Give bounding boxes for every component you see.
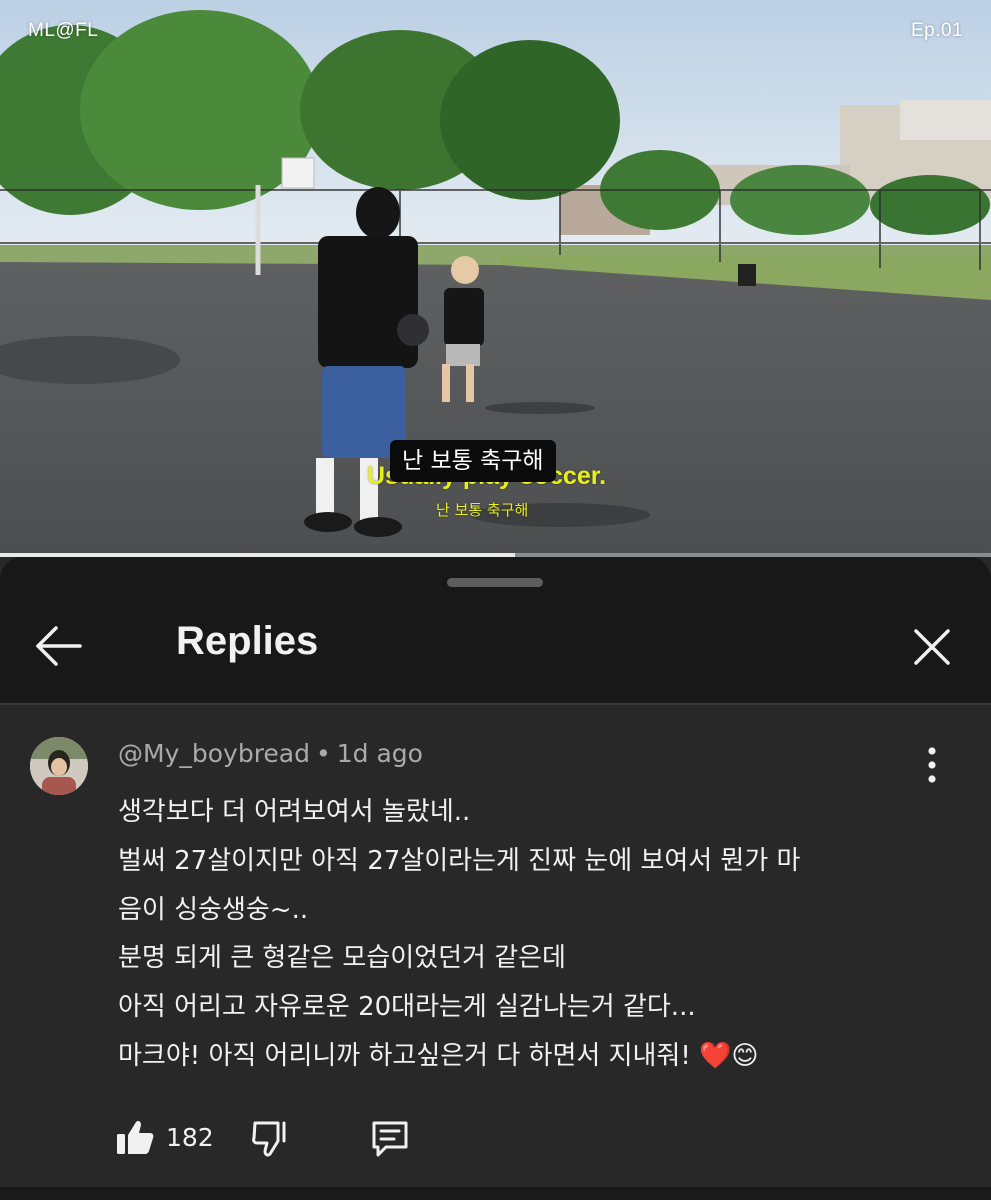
comment-meta: @My_boybread • 1d ago — [118, 739, 423, 768]
comment-text: 생각보다 더 어려보여서 놀랐네.. 벌써 27살이지만 아직 27살이라는게 … — [118, 788, 918, 1081]
video-player[interactable]: ML@FL Ep.01 Usually play soccer. 난 보통 축구… — [0, 0, 991, 557]
comment-line: 분명 되게 큰 형같은 모습이었던거 같은데 — [118, 943, 566, 974]
comment-line: 마크야! 아직 어리니까 하고싶은거 다 하면서 지내줘! ❤️😊 — [118, 1040, 759, 1071]
avatar-image — [30, 737, 88, 795]
thumb-up-icon — [117, 1121, 154, 1154]
replies-header: Replies — [0, 557, 991, 704]
panel-title: Replies — [176, 619, 319, 663]
dislike-button[interactable] — [250, 1117, 292, 1159]
comment-menu-button[interactable] — [916, 743, 948, 787]
like-count: 182 — [166, 1123, 214, 1152]
reply-icon — [372, 1121, 408, 1157]
bottom-edge — [0, 1187, 991, 1200]
reply-button[interactable] — [368, 1117, 412, 1161]
close-button[interactable] — [910, 625, 954, 669]
replies-panel: Replies @My_boybread • 1d ago 생각보다 더 어려보… — [0, 557, 991, 1200]
comment-line: 음이 싱숭생숭~.. — [118, 894, 309, 925]
avatar[interactable] — [30, 737, 88, 795]
like-button[interactable] — [114, 1117, 156, 1159]
burned-korean-subtitle: 난 보통 축구해 — [436, 501, 529, 519]
comment-line: 아직 어리고 자유로운 20대라는게 실감나는거 같다... — [118, 992, 696, 1023]
more-vert-icon — [928, 747, 936, 783]
channel-watermark: ML@FL — [28, 20, 99, 41]
arrow-left-icon — [36, 626, 82, 666]
drag-handle[interactable] — [447, 578, 543, 587]
comment-line: 생각보다 더 어려보여서 놀랐네.. — [118, 797, 471, 827]
episode-watermark: Ep.01 — [911, 20, 964, 41]
thumb-down-icon — [252, 1121, 286, 1157]
comment-time: 1d ago — [336, 739, 423, 768]
closed-caption: 난 보통 축구해 — [390, 440, 556, 482]
comment-author[interactable]: @My_boybread — [118, 739, 310, 768]
close-icon — [914, 629, 950, 665]
comment-item: @My_boybread • 1d ago 생각보다 더 어려보여서 놀랐네.. 벌… — [0, 705, 991, 1200]
comment-line: 벌써 27살이지만 아직 27살이라는게 진짜 눈에 보여서 뭔가 마 — [118, 845, 801, 876]
meta-separator: • — [316, 739, 331, 768]
back-button[interactable] — [34, 623, 84, 669]
comment-actions: 182 — [0, 1115, 991, 1171]
